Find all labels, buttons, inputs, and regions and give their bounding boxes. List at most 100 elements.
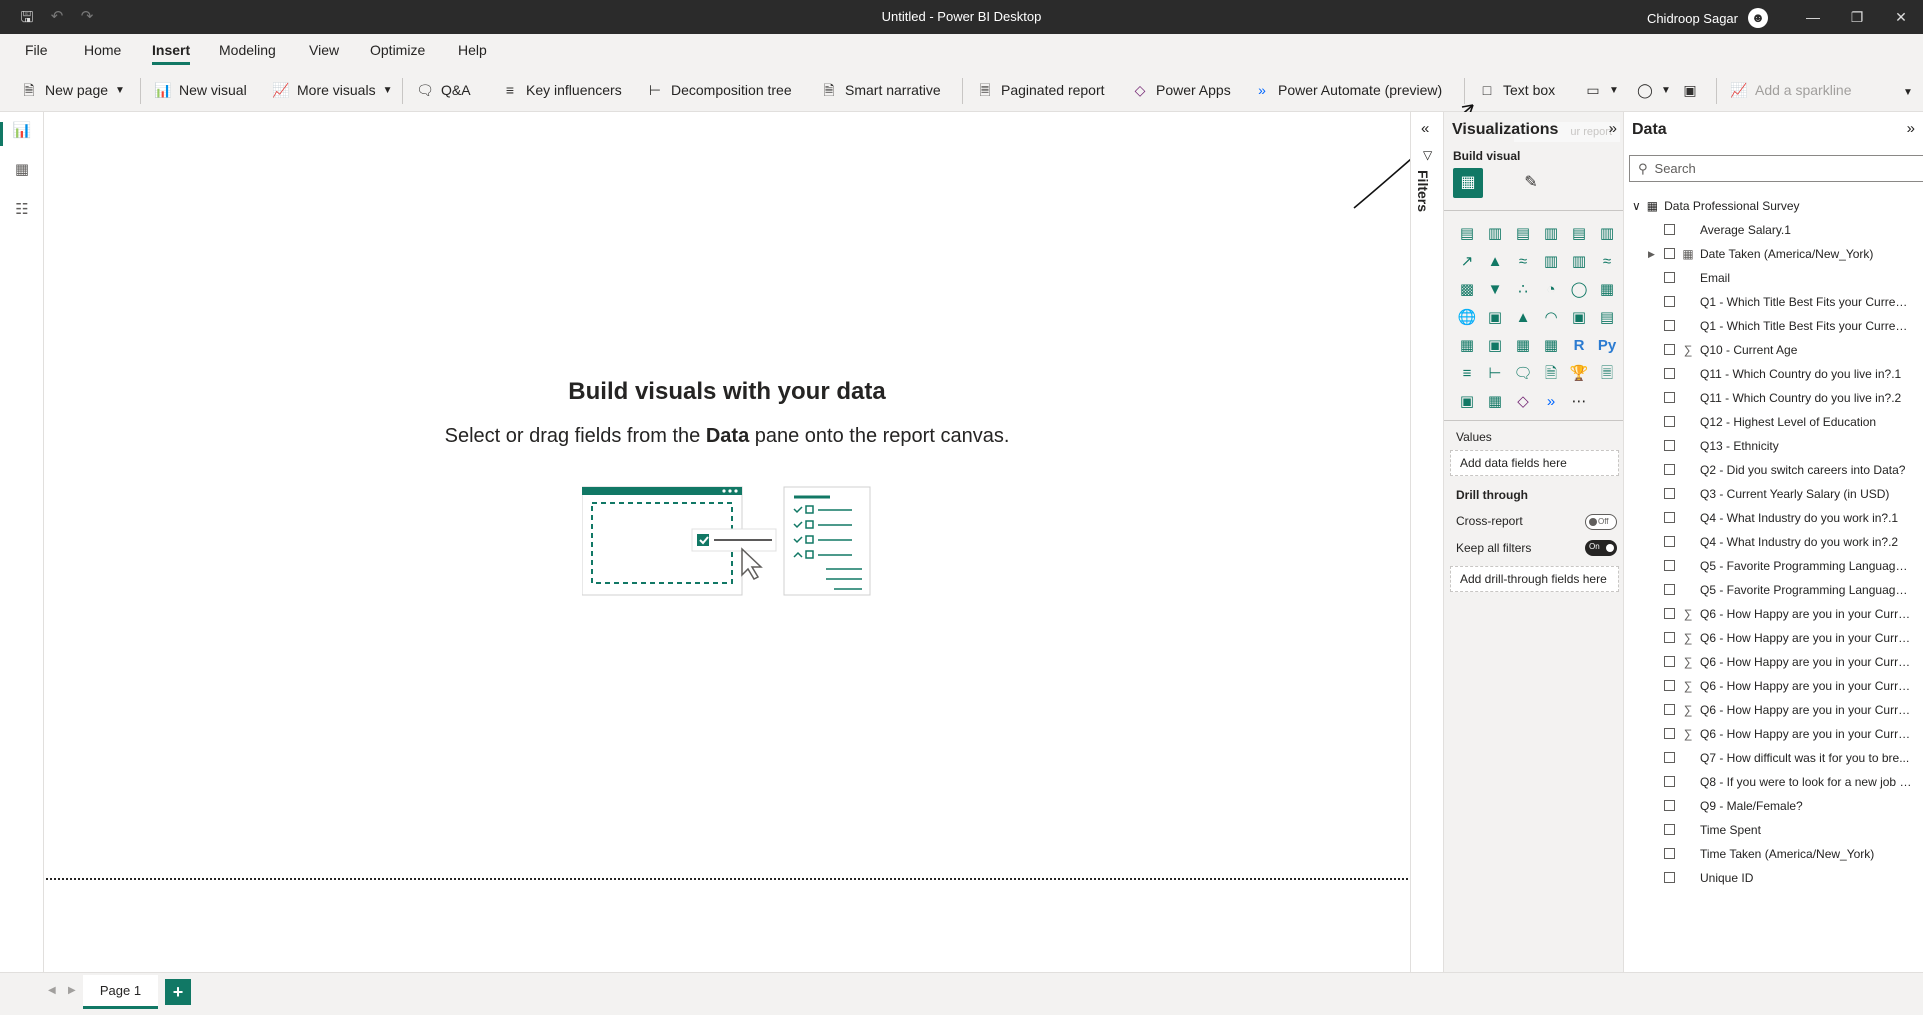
buttons-dropdown[interactable]: ▭ ▼ xyxy=(1584,80,1619,100)
decomposition-tree-visual-icon[interactable]: ⊢ xyxy=(1481,360,1509,388)
paginated-report-visual-icon[interactable]: 🗏 xyxy=(1593,360,1621,388)
field-checkbox[interactable] xyxy=(1664,224,1675,235)
field-item[interactable]: ∑ Q6 - How Happy are you in your Curre... xyxy=(1624,602,1923,626)
qna-button[interactable]: 🗨 Q&A xyxy=(416,80,470,100)
drill-through-drop-well[interactable]: Add drill-through fields here xyxy=(1450,566,1619,592)
collapse-pane-icon[interactable]: » xyxy=(1609,120,1617,137)
python-visual-icon[interactable]: Py xyxy=(1593,332,1621,360)
field-checkbox[interactable] xyxy=(1664,752,1675,763)
table-view-icon[interactable]: ▦ xyxy=(12,160,32,180)
search-input[interactable]: ⚲ Search xyxy=(1629,155,1923,182)
table-icon[interactable]: ▦ xyxy=(1509,332,1537,360)
field-checkbox[interactable] xyxy=(1664,440,1675,451)
power-automate-button[interactable]: » Power Automate (preview) xyxy=(1253,80,1442,100)
field-checkbox[interactable] xyxy=(1664,272,1675,283)
minimize-button[interactable]: — xyxy=(1791,0,1835,34)
ribbon-expand-button[interactable]: ▼ xyxy=(1903,82,1913,102)
field-checkbox[interactable] xyxy=(1664,848,1675,859)
field-item[interactable]: ∑ Q6 - How Happy are you in your Curre... xyxy=(1624,626,1923,650)
new-page-button[interactable]: 🗎 New page ▼ xyxy=(20,80,125,100)
tab-file[interactable]: File xyxy=(25,42,48,58)
line-and-clustered-column-chart-icon[interactable]: ▥ xyxy=(1565,248,1593,276)
arcgis-map-icon[interactable]: ▣ xyxy=(1453,388,1481,416)
stacked-area-chart-icon[interactable]: ≈ xyxy=(1509,248,1537,276)
field-checkbox[interactable] xyxy=(1664,512,1675,523)
azure-map-icon[interactable]: ▲ xyxy=(1509,304,1537,332)
field-item[interactable]: Q4 - What Industry do you work in?.2 xyxy=(1624,530,1923,554)
page-tab[interactable]: Page 1 xyxy=(83,975,158,1009)
multi-row-card-icon[interactable]: ▤ xyxy=(1593,304,1621,332)
field-checkbox[interactable] xyxy=(1664,296,1675,307)
text-box-button[interactable]: □ Text box xyxy=(1478,80,1555,100)
field-item[interactable]: ∑ Q6 - How Happy are you in your Curre... xyxy=(1624,674,1923,698)
smart-narrative-visual-icon[interactable]: 🗎 xyxy=(1537,360,1565,388)
field-item[interactable]: Q4 - What Industry do you work in?.1 xyxy=(1624,506,1923,530)
field-checkbox[interactable] xyxy=(1664,728,1675,739)
field-checkbox[interactable] xyxy=(1664,680,1675,691)
waterfall-chart-icon[interactable]: ▩ xyxy=(1453,276,1481,304)
build-visual-tab-icon[interactable]: ▦ xyxy=(1453,168,1483,198)
more-visuals-button[interactable]: 📈 More visuals ▼ xyxy=(272,80,392,100)
filled-map-icon[interactable]: ▣ xyxy=(1481,304,1509,332)
field-checkbox[interactable] xyxy=(1664,488,1675,499)
clustered-column-chart-icon[interactable]: ▥ xyxy=(1537,220,1565,248)
image-button[interactable]: ▣ xyxy=(1681,80,1699,100)
field-item[interactable]: Q5 - Favorite Programming Language.2 xyxy=(1624,578,1923,602)
field-checkbox[interactable] xyxy=(1664,824,1675,835)
slicer-icon[interactable]: ▣ xyxy=(1481,332,1509,360)
format-visual-tab-icon[interactable]: ✎ xyxy=(1516,168,1546,198)
chevron-right-icon[interactable]: ▶ xyxy=(1648,249,1655,260)
map-icon[interactable]: 🌐 xyxy=(1453,304,1481,332)
field-item[interactable]: Q7 - How difficult was it for you to bre… xyxy=(1624,746,1923,770)
field-item[interactable]: Q13 - Ethnicity xyxy=(1624,434,1923,458)
smart-narrative-button[interactable]: 🗎 Smart narrative xyxy=(820,80,940,100)
key-influencers-visual-icon[interactable]: ≡ xyxy=(1453,360,1481,388)
field-item[interactable]: ∑ Q10 - Current Age xyxy=(1624,338,1923,362)
more-visuals-ellipsis-icon[interactable]: ⋯ xyxy=(1565,388,1593,416)
field-checkbox[interactable] xyxy=(1664,560,1675,571)
field-item[interactable]: Q5 - Favorite Programming Language.1 xyxy=(1624,554,1923,578)
matrix-icon[interactable]: ▦ xyxy=(1537,332,1565,360)
tab-help[interactable]: Help xyxy=(458,42,487,58)
treemap-icon[interactable]: ▦ xyxy=(1593,276,1621,304)
field-item[interactable]: Q2 - Did you switch careers into Data? xyxy=(1624,458,1923,482)
field-checkbox[interactable] xyxy=(1664,656,1675,667)
field-checkbox[interactable] xyxy=(1664,872,1675,883)
report-canvas[interactable]: Build visuals with your data Select or d… xyxy=(44,112,1410,972)
keep-all-filters-toggle[interactable]: On xyxy=(1585,540,1617,556)
field-item[interactable]: Q3 - Current Yearly Salary (in USD) xyxy=(1624,482,1923,506)
restore-button[interactable]: ❐ xyxy=(1835,0,1879,34)
tab-insert[interactable]: Insert xyxy=(152,42,191,65)
field-checkbox[interactable] xyxy=(1664,416,1675,427)
field-item[interactable]: ∑ Q6 - How Happy are you in your Curre... xyxy=(1624,698,1923,722)
field-checkbox[interactable] xyxy=(1664,800,1675,811)
field-checkbox[interactable] xyxy=(1664,368,1675,379)
field-checkbox[interactable] xyxy=(1664,344,1675,355)
gauge-icon[interactable]: ◠ xyxy=(1537,304,1565,332)
area-chart-icon[interactable]: ▲ xyxy=(1481,248,1509,276)
qna-visual-icon[interactable]: 🗨 xyxy=(1509,360,1537,388)
field-item[interactable]: Q12 - Highest Level of Education xyxy=(1624,410,1923,434)
cross-report-toggle[interactable]: Off xyxy=(1585,514,1617,530)
field-item[interactable]: Q9 - Male/Female? xyxy=(1624,794,1923,818)
field-checkbox[interactable] xyxy=(1664,464,1675,475)
field-checkbox[interactable] xyxy=(1664,704,1675,715)
key-influencers-button[interactable]: ≡ Key influencers xyxy=(501,80,622,100)
field-checkbox[interactable] xyxy=(1664,584,1675,595)
close-button[interactable]: ✕ xyxy=(1879,0,1923,34)
shapes-dropdown[interactable]: ◯ ▼ xyxy=(1636,80,1671,100)
power-automate-flow-icon[interactable]: » xyxy=(1537,388,1565,416)
line-chart-icon[interactable]: ↗ xyxy=(1453,248,1481,276)
add-page-button[interactable]: + xyxy=(165,979,191,1005)
user-account[interactable]: Chidroop Sagar ☻ xyxy=(1647,8,1768,28)
decomposition-tree-button[interactable]: ⊢ Decomposition tree xyxy=(646,80,792,100)
prev-page-arrow-icon[interactable]: ◀ xyxy=(48,985,56,996)
field-checkbox[interactable] xyxy=(1664,776,1675,787)
field-item[interactable]: Email xyxy=(1624,266,1923,290)
field-item[interactable]: Unique ID xyxy=(1624,866,1923,890)
add-sparkline-button[interactable]: 📈 Add a sparkline xyxy=(1730,80,1851,100)
field-item[interactable]: ∑ Q6 - How Happy are you in your Curre... xyxy=(1624,722,1923,746)
report-view-icon[interactable]: 📊 xyxy=(12,121,32,141)
field-item[interactable]: ∑ Q6 - How Happy are you in your Curre... xyxy=(1624,650,1923,674)
field-item[interactable]: ▶ ▦ Date Taken (America/New_York) xyxy=(1624,242,1923,266)
